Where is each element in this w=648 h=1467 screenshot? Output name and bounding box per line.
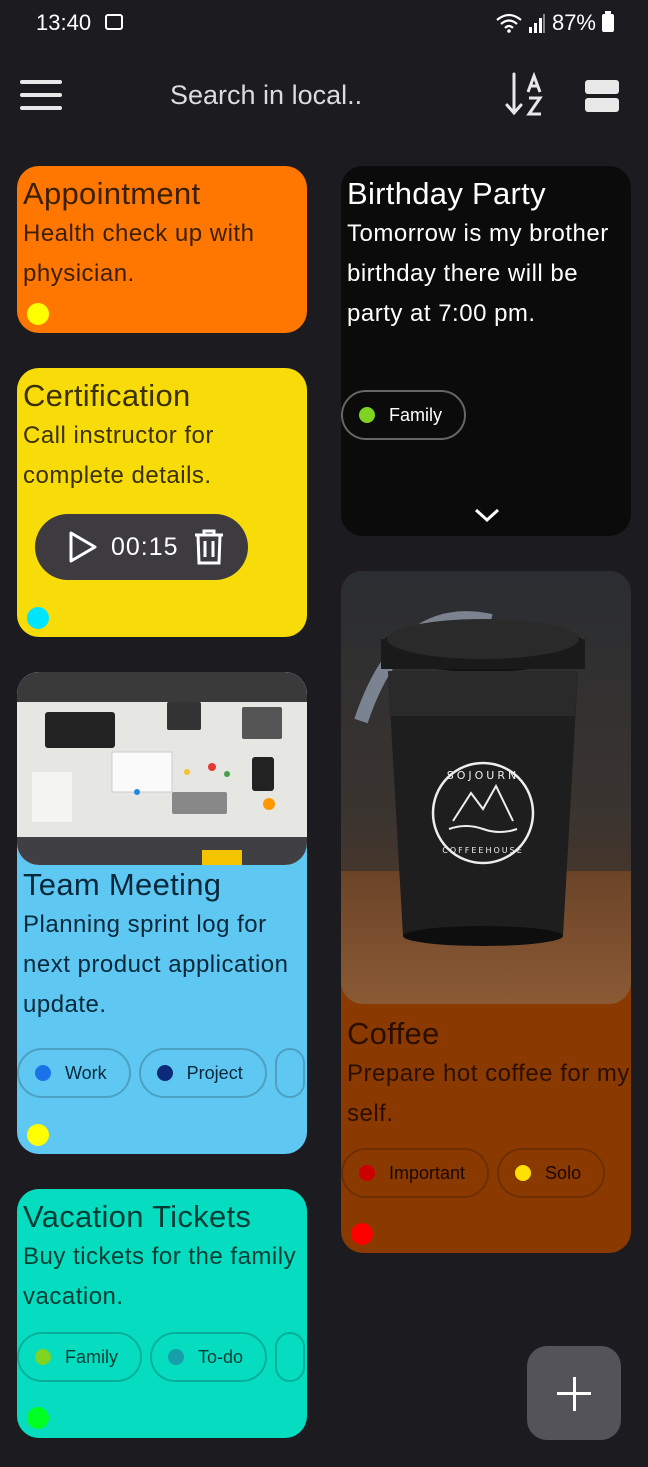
signal-icon <box>528 14 545 33</box>
battery-icon <box>602 11 614 32</box>
view-toggle-icon[interactable] <box>585 80 619 112</box>
note-body: Buy tickets for the family vacation. <box>23 1243 297 1310</box>
tag-dot <box>515 1165 532 1181</box>
status-right: 87% <box>496 10 614 36</box>
note-title: Certification <box>23 378 191 413</box>
tag-list: Family <box>341 390 466 440</box>
note-card-appointment[interactable]: Appointment Health check up with physici… <box>17 166 307 333</box>
tag-label: Family <box>65 1346 118 1367</box>
chevron-down-icon[interactable] <box>473 507 501 523</box>
tag-label: Solo <box>545 1162 582 1183</box>
sort-alpha-icon[interactable] <box>505 72 547 118</box>
note-card-vacation[interactable]: Vacation Tickets Buy tickets for the fam… <box>17 1189 307 1438</box>
tag-label: Family <box>389 404 442 425</box>
color-dot <box>27 607 49 629</box>
note-body: Tomorrow is my brother birthday there wi… <box>347 220 609 327</box>
tag-chip-work[interactable]: Work <box>17 1048 131 1098</box>
svg-text:COFFEEHOUSE: COFFEEHOUSE <box>442 846 524 855</box>
tag-dot <box>156 1065 173 1081</box>
tag-dot <box>35 1349 51 1365</box>
tag-list: Family To-do <box>17 1332 306 1382</box>
note-title: Vacation Tickets <box>23 1199 252 1234</box>
tag-chip-project[interactable]: Project <box>138 1048 267 1098</box>
tag-chip-solo[interactable]: Solo <box>497 1148 606 1198</box>
menu-icon[interactable] <box>20 80 62 110</box>
add-note-button[interactable] <box>527 1346 621 1440</box>
note-title: Coffee <box>347 1016 440 1051</box>
note-title: Appointment <box>23 176 201 211</box>
tag-label: Work <box>65 1062 107 1083</box>
search-input[interactable]: Search in local.. <box>170 80 362 111</box>
color-dot <box>351 1223 373 1245</box>
note-card-team-meeting[interactable]: Team Meeting Planning sprint log for nex… <box>17 672 307 1154</box>
team-meeting-image <box>17 672 307 865</box>
note-body: Planning sprint log for next product app… <box>23 911 289 1018</box>
note-title: Birthday Party <box>347 176 546 211</box>
tag-dot <box>359 407 375 423</box>
note-body: Health check up with physician. <box>23 220 255 287</box>
coffee-image: SOJOURN COFFEEHOUSE <box>341 571 631 1004</box>
delete-icon[interactable] <box>193 528 225 566</box>
note-body: Prepare hot coffee for my self. <box>347 1060 630 1127</box>
color-dot <box>27 1124 49 1146</box>
note-card-birthday[interactable]: Birthday Party Tomorrow is my brother bi… <box>341 166 631 536</box>
tag-dot <box>35 1065 51 1081</box>
note-card-coffee[interactable]: SOJOURN COFFEEHOUSE Coffee Prepare hot c… <box>341 571 631 1253</box>
battery-percent: 87% <box>551 10 596 35</box>
tag-list: Important Solo <box>341 1148 606 1198</box>
tag-label: To-do <box>198 1346 244 1367</box>
tag-label: Important <box>389 1162 466 1183</box>
note-card-certification[interactable]: Certification Call instructor for comple… <box>17 368 307 637</box>
tag-list: Work Project <box>17 1048 305 1098</box>
image-notification-icon <box>105 14 123 30</box>
note-body: Call instructor for complete details. <box>23 422 214 489</box>
tag-dot <box>168 1349 184 1365</box>
tag-chip-important[interactable]: Important <box>341 1148 490 1198</box>
tag-chip-family[interactable]: Family <box>341 390 466 440</box>
tag-chip-more[interactable] <box>274 1048 305 1098</box>
tag-dot <box>359 1165 375 1181</box>
audio-player: 00:15 <box>35 514 248 580</box>
tag-label: Project <box>186 1062 243 1083</box>
play-icon[interactable] <box>65 530 99 564</box>
audio-duration: 00:15 <box>111 532 179 561</box>
status-bar: 13:40 87% <box>0 0 648 48</box>
color-dot <box>27 303 49 325</box>
tag-chip-more[interactable] <box>275 1332 306 1382</box>
tag-chip-family[interactable]: Family <box>17 1332 142 1382</box>
tag-chip-todo[interactable]: To-do <box>150 1332 268 1382</box>
color-dot <box>27 1407 49 1429</box>
note-title: Team Meeting <box>23 867 222 902</box>
wifi-icon <box>496 13 522 33</box>
top-bar: Search in local.. <box>0 60 648 132</box>
svg-text:SOJOURN: SOJOURN <box>447 769 519 782</box>
status-time: 13:40 <box>36 10 92 35</box>
